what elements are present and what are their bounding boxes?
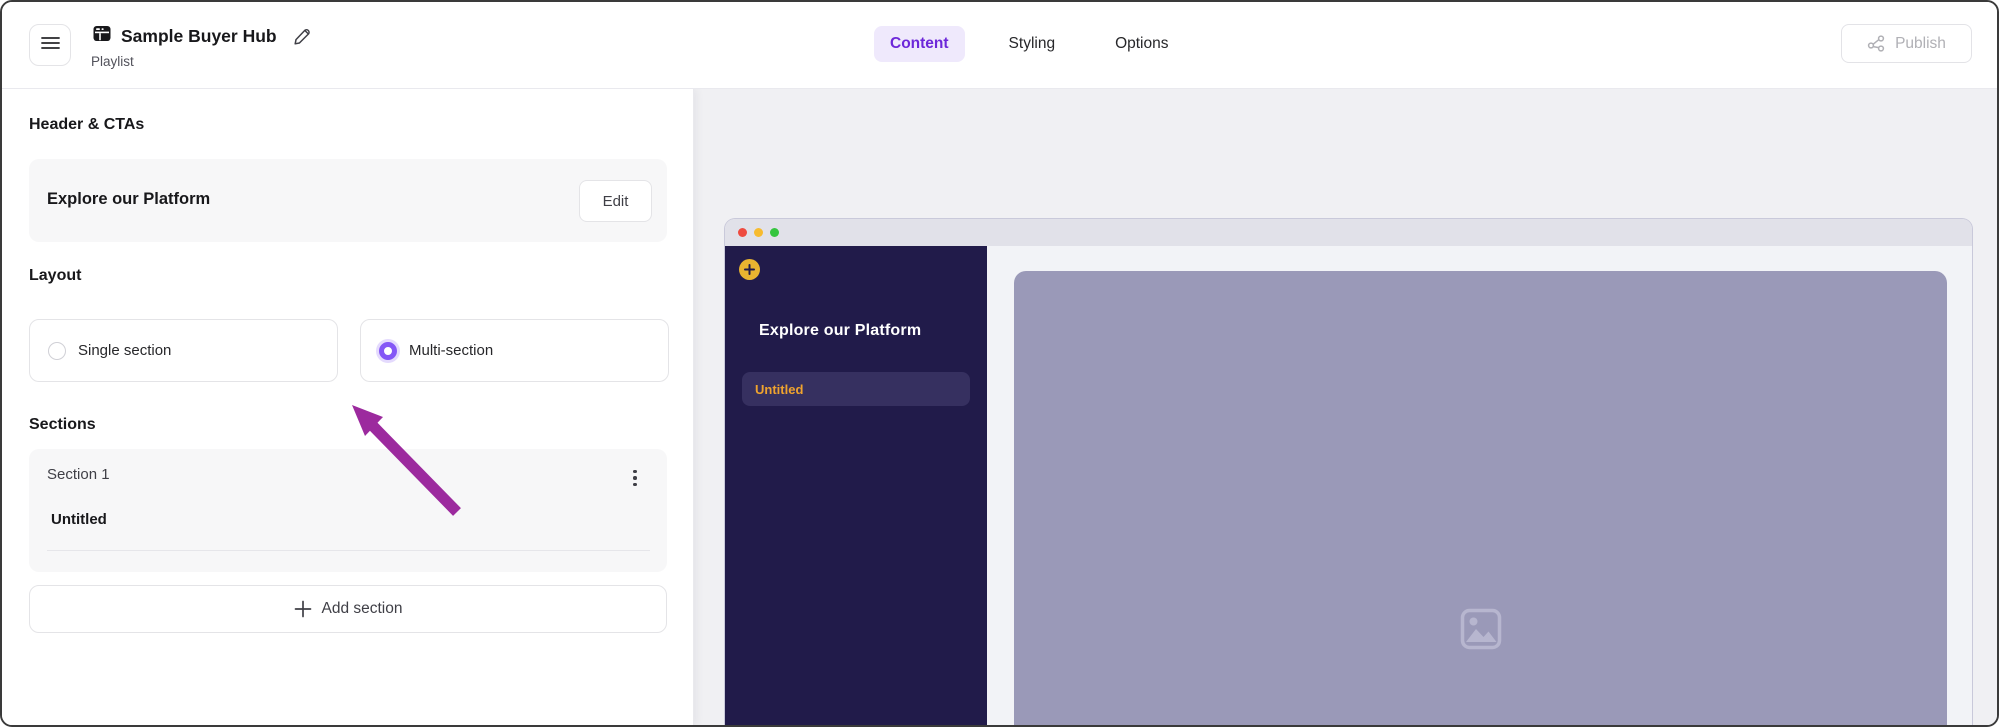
add-section-button[interactable]: Add section [29, 585, 667, 633]
preview-sidebar-item: Untitled [742, 372, 970, 406]
layout-option-single-section[interactable]: Single section [29, 319, 338, 382]
header-cta-card: Explore our Platform Edit [29, 159, 667, 242]
radio-selected-icon[interactable] [379, 342, 397, 360]
hamburger-menu-button[interactable] [29, 24, 71, 66]
image-placeholder-icon [1460, 608, 1502, 655]
divider [47, 550, 650, 551]
tab-styling[interactable]: Styling [993, 26, 1072, 62]
edit-header-button[interactable]: Edit [579, 180, 652, 222]
tab-content[interactable]: Content [874, 26, 965, 62]
cta-title: Explore our Platform [47, 190, 210, 209]
section-name: Section 1 [47, 466, 110, 483]
preview-page-body: Explore our Platform Untitled [725, 246, 1972, 727]
preview-sidebar-heading: Explore our Platform [759, 322, 921, 340]
app-window: Sample Buyer Hub Playlist Content Stylin… [0, 0, 1999, 727]
document-type-label: Playlist [91, 54, 134, 69]
section-card: Section 1 Untitled [29, 449, 667, 572]
layout-option-label: Single section [78, 342, 171, 359]
editor-tabs: Content Styling Options [874, 24, 1185, 64]
publish-label: Publish [1895, 35, 1946, 53]
top-bar: Sample Buyer Hub Playlist Content Stylin… [2, 2, 1997, 89]
preview-sidebar: Explore our Platform Untitled [725, 246, 987, 727]
add-section-label: Add section [322, 600, 403, 618]
top-actions: Preview Publish [1841, 24, 1972, 63]
edit-title-icon[interactable] [293, 27, 312, 46]
hamburger-icon [41, 36, 60, 55]
section-item-title[interactable]: Untitled [51, 511, 107, 528]
layout-heading: Layout [29, 267, 81, 285]
layout-options: Single section Multi-section [29, 319, 669, 382]
publish-button[interactable]: Publish [1841, 24, 1972, 63]
share-icon [1867, 34, 1886, 53]
sections-heading: Sections [29, 416, 96, 434]
content-settings-panel: Header & CTAs Explore our Platform Edit … [2, 89, 694, 725]
layout-option-multi-section[interactable]: Multi-section [360, 319, 669, 382]
preview-browser-window: Explore our Platform Untitled [725, 219, 1972, 727]
plus-icon [294, 600, 312, 618]
preview-add-icon [739, 259, 760, 280]
layout-option-label: Multi-section [409, 342, 493, 359]
document-title-row: Sample Buyer Hub [93, 25, 312, 47]
browser-titlebar [725, 219, 1972, 246]
tab-options[interactable]: Options [1099, 26, 1184, 62]
preview-main-content [987, 246, 1972, 727]
traffic-light-close-icon [738, 228, 747, 237]
playlist-doc-icon [93, 25, 111, 47]
traffic-light-minimize-icon [754, 228, 763, 237]
traffic-light-expand-icon [770, 228, 779, 237]
preview-hero-placeholder [1014, 271, 1947, 727]
header-ctas-heading: Header & CTAs [29, 116, 144, 134]
live-preview-area: Explore our Platform Untitled [694, 89, 1997, 725]
section-kebab-menu-icon[interactable] [626, 464, 644, 492]
page-title: Sample Buyer Hub [121, 26, 277, 47]
radio-unselected-icon[interactable] [48, 342, 66, 360]
